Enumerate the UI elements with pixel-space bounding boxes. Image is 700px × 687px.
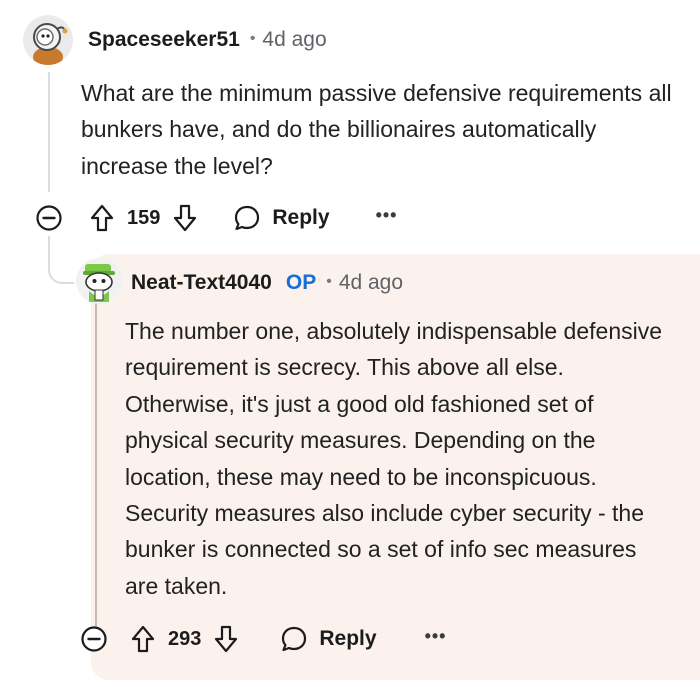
username[interactable]: Spaceseeker51 xyxy=(88,28,240,52)
separator-dot: • xyxy=(326,273,332,290)
timestamp[interactable]: 4d ago xyxy=(262,28,326,52)
separator-dot: • xyxy=(249,30,256,47)
collapse-icon[interactable] xyxy=(80,625,108,653)
arrow-down-icon[interactable] xyxy=(172,203,198,233)
ellipsis-icon[interactable]: ••• xyxy=(425,626,447,647)
reply-label: Reply xyxy=(272,206,330,229)
astronaut-avatar-icon xyxy=(23,15,73,65)
speech-bubble-icon xyxy=(279,624,309,654)
reply-thread-line[interactable] xyxy=(95,300,97,630)
reply-label: Reply xyxy=(319,627,377,650)
comment-action-bar: 159 Reply ••• xyxy=(35,203,397,233)
vote-score: 293 xyxy=(168,627,202,650)
thread-line[interactable] xyxy=(48,72,50,192)
reply-action-bar: 293 Reply ••• xyxy=(80,624,446,654)
thread-branch-line[interactable] xyxy=(48,236,74,284)
reply-body: The number one, absolutely indispensable… xyxy=(125,318,663,599)
arrow-up-icon[interactable] xyxy=(130,624,156,654)
snoo-avatar-icon xyxy=(76,258,122,304)
avatar[interactable] xyxy=(23,15,73,65)
arrow-up-icon[interactable] xyxy=(89,203,115,233)
op-badge: OP xyxy=(285,271,317,294)
collapse-icon[interactable] xyxy=(35,204,63,232)
reply-button[interactable]: Reply xyxy=(279,624,377,654)
vote-score: 159 xyxy=(127,206,161,229)
ellipsis-icon[interactable]: ••• xyxy=(376,205,398,226)
avatar[interactable] xyxy=(76,258,122,304)
arrow-down-icon[interactable] xyxy=(213,624,239,654)
username[interactable]: Neat-Text4040 xyxy=(131,271,272,295)
speech-bubble-icon xyxy=(232,203,262,233)
comment-header: Spaceseeker51 • 4d ago xyxy=(88,28,327,52)
comment-body: What are the minimum passive defensive r… xyxy=(81,80,672,179)
timestamp[interactable]: 4d ago xyxy=(339,271,403,295)
reply-header: Neat-Text4040 OP • 4d ago xyxy=(131,271,403,295)
reply-button[interactable]: Reply xyxy=(232,203,330,233)
